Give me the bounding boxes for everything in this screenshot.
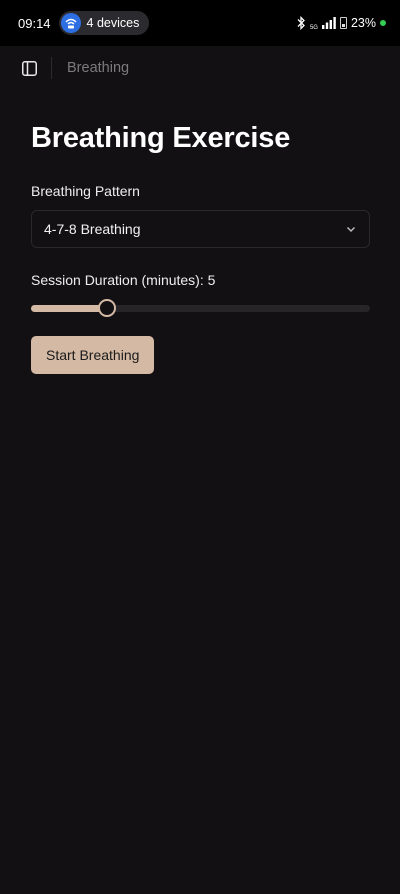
devices-count: 4 devices xyxy=(86,16,140,30)
start-breathing-button[interactable]: Start Breathing xyxy=(31,336,155,374)
slider-fill xyxy=(31,305,107,312)
breadcrumb: Breathing xyxy=(67,60,130,76)
status-indicators: 5G 23% xyxy=(296,15,386,31)
page-title: Breathing Exercise xyxy=(31,122,291,154)
status-time: 09:14 xyxy=(18,15,51,31)
bluetooth-icon xyxy=(297,16,305,30)
session-duration-slider[interactable] xyxy=(31,299,370,317)
network-type: 5G xyxy=(309,25,318,31)
chevron-down-icon xyxy=(346,226,356,233)
breathing-pattern-label: Breathing Pattern xyxy=(31,183,140,199)
connected-devices-pill[interactable]: 4 devices xyxy=(58,11,150,35)
sidebar-toggle-icon[interactable] xyxy=(20,59,38,77)
topbar-divider xyxy=(51,57,52,79)
slider-thumb[interactable] xyxy=(98,299,116,317)
battery-percent: 23% xyxy=(350,16,376,30)
wifi-hotspot-icon xyxy=(60,13,81,33)
status-bar: 09:14 4 devices 5G 23% xyxy=(0,0,400,46)
session-duration-label: Session Duration (minutes): 5 xyxy=(31,272,216,288)
breathing-pattern-select[interactable]: 4-7-8 Breathing xyxy=(31,210,370,248)
main-content: Breathing Exercise Breathing Pattern 4-7… xyxy=(31,122,370,374)
breathing-pattern-value: 4-7-8 Breathing xyxy=(44,221,141,237)
charging-indicator-icon xyxy=(380,20,386,26)
top-bar: Breathing xyxy=(0,46,400,90)
signal-icon xyxy=(321,17,336,29)
battery-icon xyxy=(339,17,347,29)
